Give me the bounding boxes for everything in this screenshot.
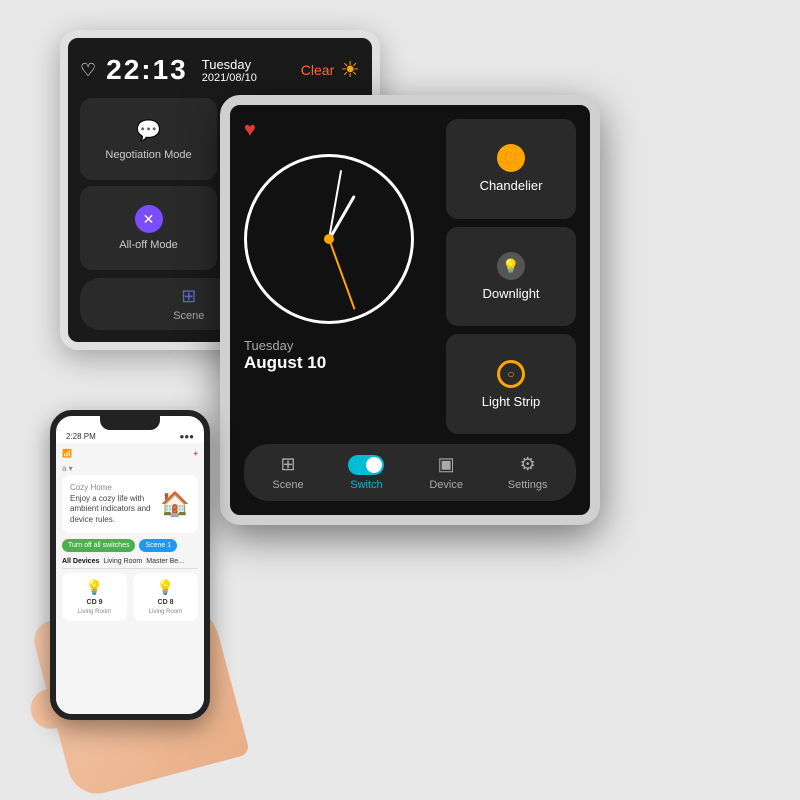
front-main-area: ♥ Tuesday August 10 🔆 Chandelier 💡 Downl…: [244, 119, 576, 434]
phone-device-cd9[interactable]: 💡 CD 9 Living Room: [62, 573, 127, 621]
phone-device-cd8[interactable]: 💡 CD 8 Living Room: [133, 573, 198, 621]
downlight-icon: 💡: [497, 252, 525, 280]
second-hand: [328, 239, 356, 310]
phone-battery: ●●●: [180, 432, 195, 441]
sun-icon: ☀: [340, 57, 360, 83]
device-tiles: 🔆 Chandelier 💡 Downlight ○ Light Strip: [446, 119, 576, 434]
alloff-icon: ✕: [135, 205, 163, 233]
front-settings-nav[interactable]: ⚙ Settings: [498, 454, 558, 491]
clock-area: ♥ Tuesday August 10: [244, 119, 436, 434]
chandelier-tile[interactable]: 🔆 Chandelier: [446, 119, 576, 219]
front-device-label: Device: [429, 479, 463, 491]
phone-time: 2:28 PM: [66, 432, 96, 441]
alloff-mode-tile[interactable]: ✕ All-off Mode: [80, 186, 217, 270]
phone-notch: [100, 416, 160, 430]
phone-add-icon[interactable]: +: [193, 449, 198, 458]
phone-home-label: Cozy Home: [70, 483, 154, 492]
negotiation-label: Negotiation Mode: [105, 149, 191, 161]
master-bed-label: Master Be...: [146, 558, 184, 565]
alloff-label: All-off Mode: [119, 239, 178, 251]
front-scene-icon: ⊞: [280, 454, 295, 475]
phone-promo-content: Cozy Home Enjoy a cozy life with ambient…: [70, 483, 154, 525]
weather-label: Clear: [301, 62, 334, 78]
phone-header: 📶 +: [62, 449, 198, 458]
front-heart-icon: ♥: [244, 119, 436, 142]
chandelier-label: Chandelier: [480, 178, 543, 193]
downlight-tile[interactable]: 💡 Downlight: [446, 227, 576, 327]
clock-date-area: Tuesday August 10: [244, 338, 436, 373]
phone-device-list: 💡 CD 9 Living Room 💡 CD 8 Living Room: [62, 573, 198, 621]
chandelier-icon: 🔆: [497, 144, 525, 172]
cd8-icon: 💡: [157, 579, 174, 596]
back-date-area: Tuesday 2021/08/10: [202, 57, 257, 84]
phone-greeting: a ▾: [62, 464, 198, 473]
phone-device-header: All Devices Living Room Master Be...: [62, 558, 198, 569]
front-switch-nav[interactable]: Switch: [338, 455, 394, 491]
back-day: Tuesday: [202, 57, 257, 72]
front-device-nav[interactable]: ▣ Device: [419, 454, 473, 491]
back-weather: Clear ☀: [301, 57, 360, 83]
downlight-label: Downlight: [482, 286, 539, 301]
back-scene-label: Scene: [173, 310, 204, 322]
front-settings-label: Settings: [508, 479, 548, 491]
clock-date: August 10: [244, 353, 436, 373]
cd9-room: Living Room: [78, 609, 111, 615]
phone-status: 2:28 PM ●●●: [56, 430, 204, 443]
clock-center: [324, 234, 334, 244]
phone-signal: 📶: [62, 449, 72, 458]
negotiation-mode-tile[interactable]: 💬 Negotiation Mode: [80, 98, 217, 180]
front-device: ♥ Tuesday August 10 🔆 Chandelier 💡 Downl…: [220, 95, 600, 525]
clock-day: Tuesday: [244, 338, 436, 353]
living-room-label: Living Room: [103, 558, 142, 565]
front-scene-nav[interactable]: ⊞ Scene: [262, 454, 313, 491]
front-switch-label: Switch: [350, 479, 382, 491]
front-scene-label: Scene: [272, 479, 303, 491]
cd8-room: Living Room: [149, 609, 182, 615]
phone-buttons: Turn off all switches Scene 1: [62, 539, 198, 552]
front-nav: ⊞ Scene Switch ▣ Device ⚙ Settings: [244, 444, 576, 501]
back-time: 22:13: [106, 54, 188, 86]
phone-promo-text: Enjoy a cozy life with ambient indicator…: [70, 494, 154, 525]
lightstrip-label: Light Strip: [482, 394, 541, 409]
front-device-icon: ▣: [438, 454, 455, 475]
lightstrip-tile[interactable]: ○ Light Strip: [446, 334, 576, 434]
scene-grid-icon: ⊞: [181, 286, 196, 307]
back-header: ♡ 22:13 Tuesday 2021/08/10 Clear ☀: [80, 50, 360, 90]
heart-icon: ♡: [80, 60, 96, 81]
phone-promo-card: Cozy Home Enjoy a cozy life with ambient…: [62, 475, 198, 533]
phone: 2:28 PM ●●● 📶 + a ▾ Cozy Home Enjoy a co…: [50, 410, 210, 720]
phone-turn-off-btn[interactable]: Turn off all switches: [62, 539, 135, 552]
front-switch-toggle[interactable]: [348, 455, 384, 475]
clock-face: [244, 154, 414, 324]
cd8-name: CD 8: [158, 599, 174, 606]
back-date: 2021/08/10: [202, 72, 257, 84]
lightstrip-icon: ○: [497, 360, 525, 388]
cd9-name: CD 9: [87, 599, 103, 606]
phone-house-icon: 🏠: [160, 490, 190, 519]
phone-scene-btn[interactable]: Scene 1: [139, 539, 177, 552]
negotiation-icon: 💬: [136, 118, 161, 143]
back-scene-nav[interactable]: ⊞ Scene: [161, 286, 216, 322]
front-settings-icon: ⚙: [520, 454, 536, 475]
all-devices-label: All Devices: [62, 558, 99, 565]
phone-content: 📶 + a ▾ Cozy Home Enjoy a cozy life with…: [56, 443, 204, 720]
cd9-icon: 💡: [86, 579, 103, 596]
